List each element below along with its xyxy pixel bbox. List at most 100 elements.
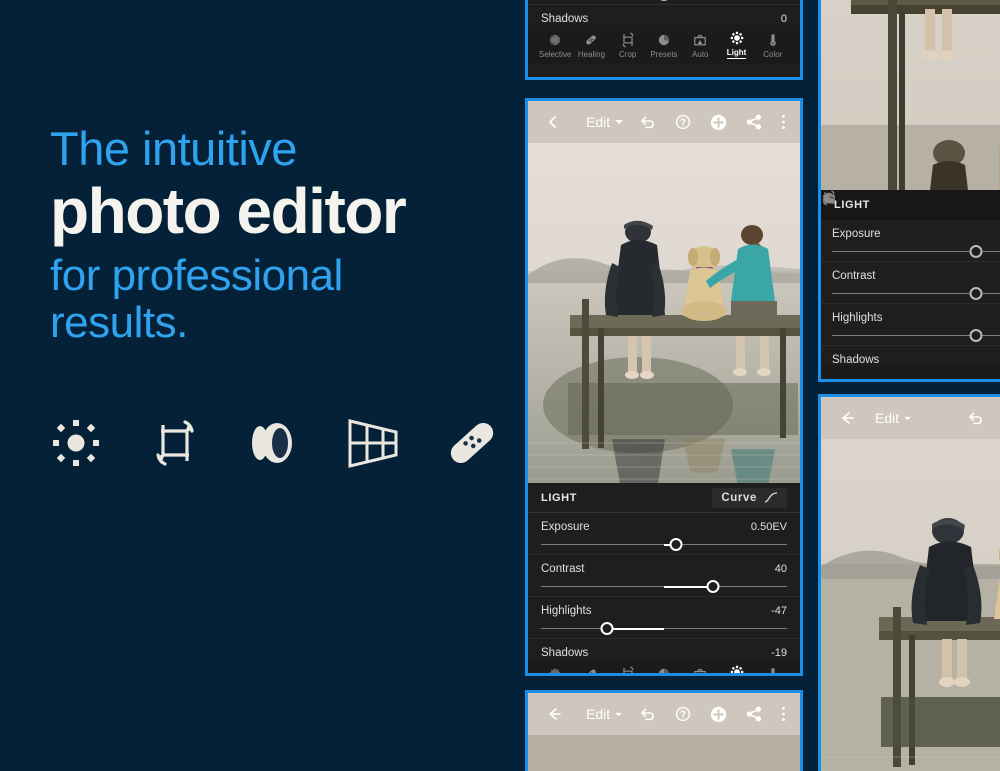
undo-icon[interactable]: [967, 411, 984, 426]
slider-row-highlights[interactable]: Highlights: [821, 304, 1000, 346]
slider-row-highlights[interactable]: Highlights -47: [528, 597, 800, 639]
tool-selective[interactable]: Selective: [823, 192, 861, 379]
panel-main-center[interactable]: Edit LIGHT Curve Exposure 0.50EV Contras…: [525, 98, 803, 676]
slider-value: -47: [771, 605, 787, 617]
slider-row-exposure[interactable]: Exposure 0.50EV: [528, 513, 800, 555]
slider-label: Highlights: [541, 605, 592, 617]
crop-rotate-icon: [147, 412, 203, 474]
slider-track[interactable]: [541, 578, 787, 596]
headline-line-3: for professional: [50, 250, 343, 300]
tool-auto[interactable]: Auto: [682, 31, 718, 59]
edit-toolbar[interactable]: Selective Healing Crop Presets: [528, 25, 800, 64]
tool-selective[interactable]: Selective: [537, 665, 573, 673]
tool-light[interactable]: Light: [718, 663, 754, 673]
app-topbar[interactable]: Edit: [528, 101, 800, 143]
slider-knob[interactable]: [969, 245, 983, 258]
edit-toolbar[interactable]: Selective Healing Crop Presets: [821, 190, 1000, 379]
slider-row-contrast[interactable]: Contrast 40: [528, 555, 800, 597]
slider-track[interactable]: [832, 327, 1000, 345]
light-sun-icon: [48, 412, 104, 474]
more-vertical-icon[interactable]: [781, 706, 786, 722]
slider-row-shadows[interactable]: Shadows: [821, 346, 1000, 366]
slider-track[interactable]: [541, 0, 787, 4]
back-arrow-icon[interactable]: [542, 706, 564, 722]
back-arrow-icon[interactable]: [835, 410, 857, 426]
panel-top-center[interactable]: Highlights 0 Shadows 0 Selective: [525, 0, 803, 80]
light-panel-header: LIGHT: [821, 190, 1000, 220]
slider-row-exposure[interactable]: Exposure: [821, 220, 1000, 262]
slider-knob[interactable]: [669, 538, 683, 551]
slider-row[interactable]: Shadows 0: [528, 5, 800, 25]
headline-line-2: photo editor: [50, 174, 407, 247]
tool-healing[interactable]: Healing: [573, 31, 609, 59]
photo-canvas[interactable]: [528, 735, 800, 771]
app-topbar[interactable]: Edit: [528, 693, 800, 735]
slider-knob[interactable]: [600, 622, 614, 635]
photo-canvas[interactable]: LIGHT Exposure Contrast Highlights Shado…: [821, 0, 1000, 379]
slider-value: -19: [771, 647, 787, 659]
tool-selective[interactable]: Selective: [537, 31, 573, 59]
help-circle-icon[interactable]: [675, 706, 691, 722]
promo-screenshot: The intuitive photo editor for professio…: [0, 0, 1000, 771]
photo-canvas[interactable]: [821, 439, 1000, 771]
tool-crop[interactable]: Crop: [610, 31, 646, 59]
app-topbar[interactable]: Edit: [821, 397, 1000, 439]
tool-light[interactable]: Light: [718, 29, 754, 59]
photo-canvas[interactable]: [528, 143, 800, 483]
tool-crop[interactable]: Crop: [610, 665, 646, 673]
light-adjustment-panel[interactable]: LIGHT Exposure Contrast Highlights Shado…: [821, 190, 1000, 379]
tool-presets[interactable]: Presets: [646, 665, 682, 673]
tone-curve-icon: [764, 492, 778, 503]
slider-track[interactable]: [541, 620, 787, 638]
slider-track[interactable]: [541, 536, 787, 554]
tool-healing[interactable]: Healing: [573, 665, 609, 673]
curve-button[interactable]: Curve: [712, 487, 787, 508]
slider-track[interactable]: [832, 243, 1000, 261]
share-icon[interactable]: [746, 706, 762, 722]
tool-color[interactable]: Color: [755, 665, 791, 673]
selective-icon: [547, 665, 563, 673]
undo-icon[interactable]: [639, 707, 656, 722]
panel-bottom-right[interactable]: Edit: [818, 394, 1000, 771]
help-circle-icon[interactable]: [675, 114, 691, 130]
tool-label: Healing: [577, 50, 605, 59]
back-arrow-icon[interactable]: [542, 114, 564, 130]
slider-knob[interactable]: [706, 580, 720, 593]
slider-track[interactable]: [832, 285, 1000, 303]
edit-menu-button[interactable]: Edit: [875, 410, 911, 426]
more-vertical-icon[interactable]: [781, 114, 786, 130]
auto-icon: [692, 665, 708, 673]
tool-label: Presets: [650, 50, 678, 59]
tool-au[interactable]: Au: [823, 193, 1000, 379]
tool-presets[interactable]: Presets: [646, 31, 682, 59]
auto-icon: [692, 31, 708, 48]
add-plus-icon[interactable]: [710, 114, 727, 131]
tool-label: Auto: [692, 50, 709, 59]
edit-menu-button[interactable]: Edit: [586, 114, 624, 130]
edit-menu-label: Edit: [586, 706, 611, 722]
tool-presets[interactable]: Presets: [823, 192, 983, 379]
slider-label: Shadows: [832, 354, 880, 366]
share-icon[interactable]: [746, 114, 762, 130]
slider-row-shadows[interactable]: Shadows -19: [528, 639, 800, 659]
edit-toolbar[interactable]: Selective Healing Crop Presets: [528, 659, 800, 673]
add-plus-icon[interactable]: [710, 706, 727, 723]
undo-icon[interactable]: [639, 115, 656, 130]
tool-healing[interactable]: Healing: [824, 193, 902, 379]
slider-knob[interactable]: [969, 287, 983, 300]
slider-value: 40: [774, 563, 787, 575]
slider-knob[interactable]: [969, 329, 983, 342]
tool-auto[interactable]: Auto: [682, 665, 718, 673]
light-adjustment-panel[interactable]: LIGHT Curve Exposure 0.50EV Contrast 40 …: [528, 483, 800, 673]
panel-top-right[interactable]: LIGHT Exposure Contrast Highlights Shado…: [818, 0, 1000, 382]
slider-row-contrast[interactable]: Contrast: [821, 262, 1000, 304]
lens-optics-icon: [246, 412, 302, 474]
tool-color[interactable]: Color: [755, 31, 791, 59]
edit-menu-button[interactable]: Edit: [586, 706, 622, 722]
slider-knob[interactable]: [657, 0, 671, 1]
panel-bottom-center[interactable]: Edit: [525, 690, 803, 771]
tool-crop[interactable]: Crop: [823, 190, 943, 379]
perspective-geometry-icon: [345, 412, 401, 474]
slider-label: Contrast: [832, 270, 876, 282]
section-title: LIGHT: [541, 491, 577, 504]
